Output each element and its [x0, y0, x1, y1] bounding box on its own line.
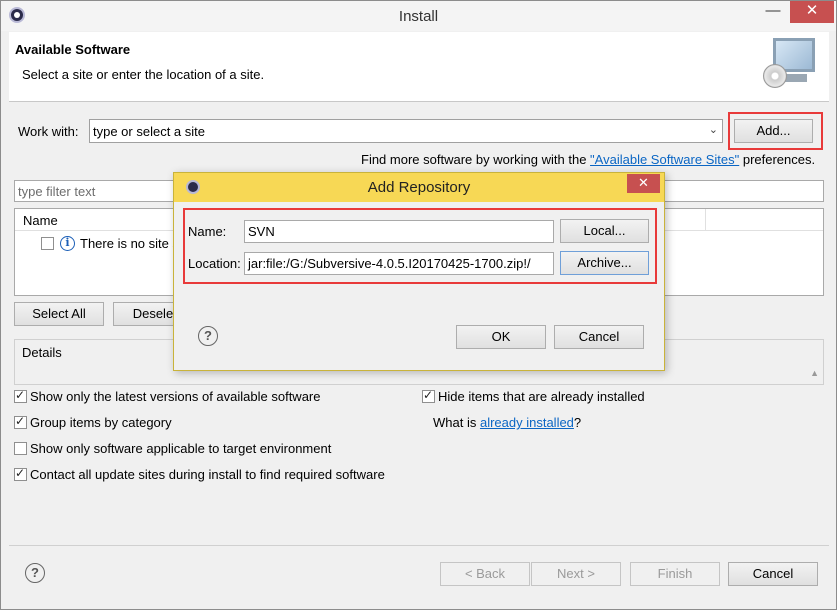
- column-divider: [705, 209, 706, 231]
- applicable-only-checkbox[interactable]: [14, 442, 27, 455]
- scroll-up-icon[interactable]: ▲: [810, 368, 819, 378]
- back-button[interactable]: < Back: [440, 562, 530, 586]
- cancel-button[interactable]: Cancel: [728, 562, 818, 586]
- title-bar: Install — ✕: [1, 1, 836, 31]
- group-by-category-label: Group items by category: [30, 415, 172, 430]
- ok-button[interactable]: OK: [456, 325, 546, 349]
- contact-all-sites-label: Contact all update sites during install …: [30, 467, 385, 482]
- details-label: Details: [22, 345, 62, 360]
- already-installed-link[interactable]: already installed: [480, 415, 574, 430]
- info-icon: i: [60, 236, 75, 251]
- what-is-prefix: What is: [433, 415, 480, 430]
- hide-installed-label: Hide items that are already installed: [438, 389, 645, 404]
- dialog-title-bar: Add Repository ✕: [174, 173, 664, 202]
- work-with-label: Work with:: [18, 124, 79, 139]
- work-with-value: type or select a site: [93, 124, 205, 139]
- column-name-header: Name: [23, 213, 58, 228]
- dialog-body: Name: SVN Local... Location: jar:file:/G…: [181, 202, 657, 364]
- window-title: Install: [398, 8, 439, 25]
- wizard-header: Available Software Select a site or ente…: [9, 32, 829, 102]
- highlight-box-fields: [183, 208, 657, 284]
- page-title: Available Software: [15, 42, 131, 57]
- applicable-only-label: Show only software applicable to target …: [30, 441, 332, 456]
- select-all-button[interactable]: Select All: [14, 302, 104, 326]
- row-checkbox[interactable]: [41, 237, 54, 250]
- dropdown-arrow-icon[interactable]: ⌄: [709, 123, 718, 136]
- next-button[interactable]: Next >: [531, 562, 621, 586]
- filter-input[interactable]: type filter text: [14, 180, 184, 202]
- dialog-title: Add Repository: [367, 179, 471, 196]
- what-is-suffix: ?: [573, 415, 582, 430]
- add-repository-dialog: Add Repository ✕ Name: SVN Local... Loca…: [173, 172, 665, 371]
- group-by-category-checkbox[interactable]: [14, 414, 27, 429]
- contact-all-sites-checkbox[interactable]: [14, 466, 27, 481]
- minimize-icon[interactable]: —: [757, 1, 789, 23]
- tree-row-text: There is no site s: [80, 236, 179, 251]
- footer-separator: [9, 545, 829, 546]
- latest-versions-label: Show only the latest versions of availab…: [30, 389, 321, 404]
- hide-installed-checkbox[interactable]: [422, 388, 435, 403]
- available-software-sites-link[interactable]: "Available Software Sites": [590, 152, 739, 167]
- what-is-installed-text: What is already installed?: [433, 415, 581, 430]
- filter-placeholder: type filter text: [18, 184, 96, 199]
- work-with-combo[interactable]: type or select a site ⌄: [89, 119, 723, 143]
- find-more-prefix: Find more software by working with the: [361, 152, 591, 167]
- latest-versions-checkbox[interactable]: [14, 388, 27, 403]
- find-more-text: Find more software by working with the "…: [361, 152, 815, 167]
- close-icon[interactable]: ✕: [790, 1, 834, 23]
- finish-button[interactable]: Finish: [630, 562, 720, 586]
- filter-input-right[interactable]: [661, 180, 824, 202]
- dialog-cancel-button[interactable]: Cancel: [554, 325, 644, 349]
- highlight-box-add: [728, 112, 823, 150]
- close-icon[interactable]: ✕: [627, 174, 660, 193]
- monitor-cd-icon: [759, 36, 819, 92]
- help-icon[interactable]: ?: [198, 326, 218, 346]
- find-more-suffix: preferences.: [739, 152, 816, 167]
- help-icon[interactable]: ?: [25, 563, 45, 583]
- page-subtitle: Select a site or enter the location of a…: [22, 67, 265, 82]
